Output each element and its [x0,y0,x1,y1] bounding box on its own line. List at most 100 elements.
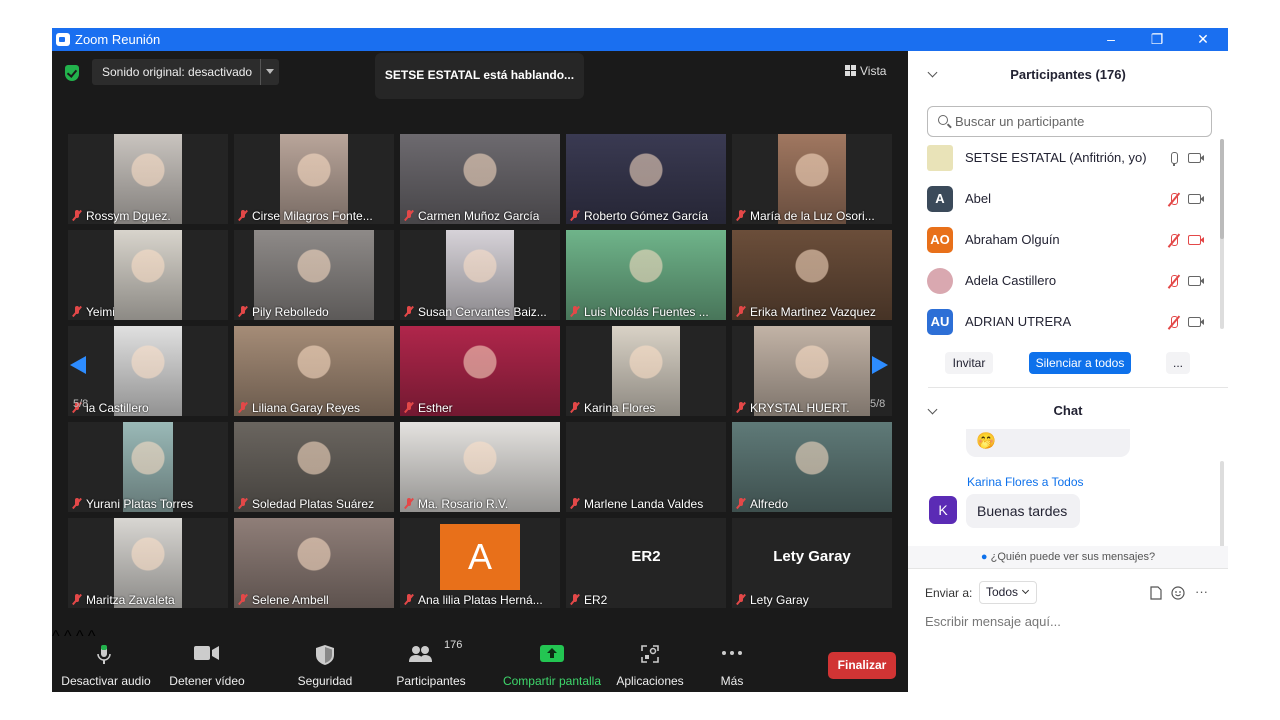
stop-video-button[interactable]: Detener vídeo [164,628,250,692]
muted-mic-icon[interactable] [1166,315,1182,331]
audio-options-chevron-icon[interactable]: ^ [52,628,60,645]
video-tile[interactable]: Alfredo [732,422,892,512]
participant-name: ADRIAN UTRERA [965,314,1072,329]
video-tile[interactable]: Cirse Milagros Fonte... [234,134,394,224]
participant-name: la Castillero [86,401,149,415]
participant-list-scrollbar[interactable] [1220,139,1224,329]
video-tile[interactable]: Soledad Platas Suárez [234,422,394,512]
security-button[interactable]: Seguridad [290,628,360,692]
video-tile[interactable]: ER2 ER2 [566,518,726,608]
video-tile[interactable]: Susan Cervantes Baiz... [400,230,560,320]
security-shield-icon[interactable] [65,65,79,81]
participant-name: Liliana Garay Reyes [252,401,361,415]
minimize-button[interactable]: – [1088,28,1134,51]
muted-mic-icon [570,594,580,605]
view-button[interactable]: Vista [845,64,886,78]
participant-name: Rossym Dguez. [86,209,171,223]
participant-name: Abel [965,191,992,206]
muted-mic-icon[interactable] [1166,192,1182,208]
more-button[interactable]: Más [702,628,762,692]
microphone-icon[interactable] [1166,151,1182,167]
participant-name-label: Rossym Dguez. [72,209,171,223]
participant-name-label: Roberto Gómez García [570,209,708,223]
video-camera-icon[interactable] [1188,194,1204,204]
participant-row[interactable]: SETSE ESTATAL (Anfitrión, yo) [908,141,1218,177]
chat-more-button[interactable]: ··· [1195,584,1208,599]
participant-name-label: Karina Flores [570,401,655,415]
video-tile[interactable]: Luis Nicolás Fuentes ... [566,230,726,320]
video-tile[interactable]: Carmen Muñoz García [400,134,560,224]
video-tile[interactable]: Yurani Platas Torres [68,422,228,512]
muted-mic-icon[interactable] [1166,233,1182,249]
who-can-see-link[interactable]: ● ¿Quién puede ver sus mensajes? [908,546,1228,568]
emoji-icon[interactable] [1171,586,1185,600]
video-tile[interactable]: Pily Rebolledo [234,230,394,320]
video-tile[interactable]: Lety Garay Lety Garay [732,518,892,608]
participant-name-label: Pily Rebolledo [238,305,329,319]
video-tile[interactable]: Esther [400,326,560,416]
participant-row[interactable]: Adela Castillero [908,264,1218,300]
apps-button[interactable]: Aplicaciones [614,628,686,692]
muted-mic-icon [238,498,248,509]
video-tile[interactable]: la Castillero [68,326,228,416]
video-off-icon[interactable] [1188,235,1204,245]
participant-name-label: Ana lilia Platas Herná... [404,593,543,607]
avatar [927,268,953,294]
original-sound-button[interactable]: Sonido original: desactivado [92,59,279,85]
video-tile[interactable]: Yeimi [68,230,228,320]
video-camera-icon[interactable] [1188,153,1204,163]
video-tile[interactable]: María de la Luz Osori... [732,134,892,224]
participants-more-button[interactable]: ... [1166,352,1190,374]
restore-button[interactable]: ❐ [1134,28,1180,51]
participant-row[interactable]: AO Abraham Olguín [908,223,1218,259]
close-button[interactable]: ✕ [1180,28,1226,51]
video-tile[interactable]: Maritza Zavaleta [68,518,228,608]
participant-name-label: Liliana Garay Reyes [238,401,360,415]
meeting-toolbar: Desactivar audio ^ Detener vídeo ^ Segur… [52,628,908,692]
video-tile[interactable]: Marlene Landa Valdes [566,422,726,512]
chat-header: Chat [1053,403,1083,418]
participant-row[interactable]: A Abel [908,182,1218,218]
avatar: A [440,524,520,590]
video-tile[interactable]: Roberto Gómez García [566,134,726,224]
muted-mic-icon [404,210,414,221]
invite-button[interactable]: Invitar [945,352,993,374]
muted-mic-icon [72,594,82,605]
video-tile[interactable]: Karina Flores [566,326,726,416]
participant-search-input[interactable]: Buscar un participante [927,106,1212,137]
next-page-arrow-icon[interactable] [872,356,888,374]
video-tile[interactable]: Liliana Garay Reyes [234,326,394,416]
participant-name-label: Selene Ambell [238,593,329,607]
microphone-icon [97,645,111,664]
video-tile[interactable]: Ma. Rosario R.V. [400,422,560,512]
participant-row[interactable]: AU ADRIAN UTRERA [908,305,1218,341]
video-tile[interactable]: Selene Ambell [234,518,394,608]
share-screen-button[interactable]: Compartir pantalla [500,628,604,692]
mute-audio-button[interactable]: Desactivar audio [60,628,152,692]
video-tile[interactable]: Erika Martinez Vazquez [732,230,892,320]
mute-all-button[interactable]: Silenciar a todos [1029,352,1131,374]
file-icon[interactable] [1150,586,1162,600]
video-camera-icon[interactable] [1188,317,1204,327]
avatar [927,145,953,171]
video-tile[interactable]: KRYSTAL HUERT. [732,326,892,416]
send-to-value: Todos [986,585,1019,599]
divider [928,387,1228,388]
video-tile[interactable]: Rossym Dguez. [68,134,228,224]
participant-name: SETSE ESTATAL (Anfitrión, yo) [965,150,1147,165]
muted-mic-icon[interactable] [1166,274,1182,290]
video-camera-icon[interactable] [1188,276,1204,286]
apps-label: Aplicaciones [616,674,684,688]
side-panel: Participantes (176) Buscar un participan… [908,51,1228,692]
video-tile[interactable]: A Ana lilia Platas Herná... [400,518,560,608]
chat-message: Buenas tardes [966,494,1080,528]
send-to-label: Enviar a: [925,586,973,600]
prev-page-arrow-icon[interactable] [70,356,86,374]
end-meeting-button[interactable]: Finalizar [828,652,896,679]
chat-message-input[interactable]: Escribir mensaje aquí... [925,614,1061,629]
participant-name-label: Esther [404,401,453,415]
muted-mic-icon [238,402,248,413]
participants-button[interactable]: 176 Participantes [392,628,470,692]
chevron-down-icon[interactable] [266,69,274,78]
send-to-dropdown[interactable]: Todos [979,581,1037,604]
